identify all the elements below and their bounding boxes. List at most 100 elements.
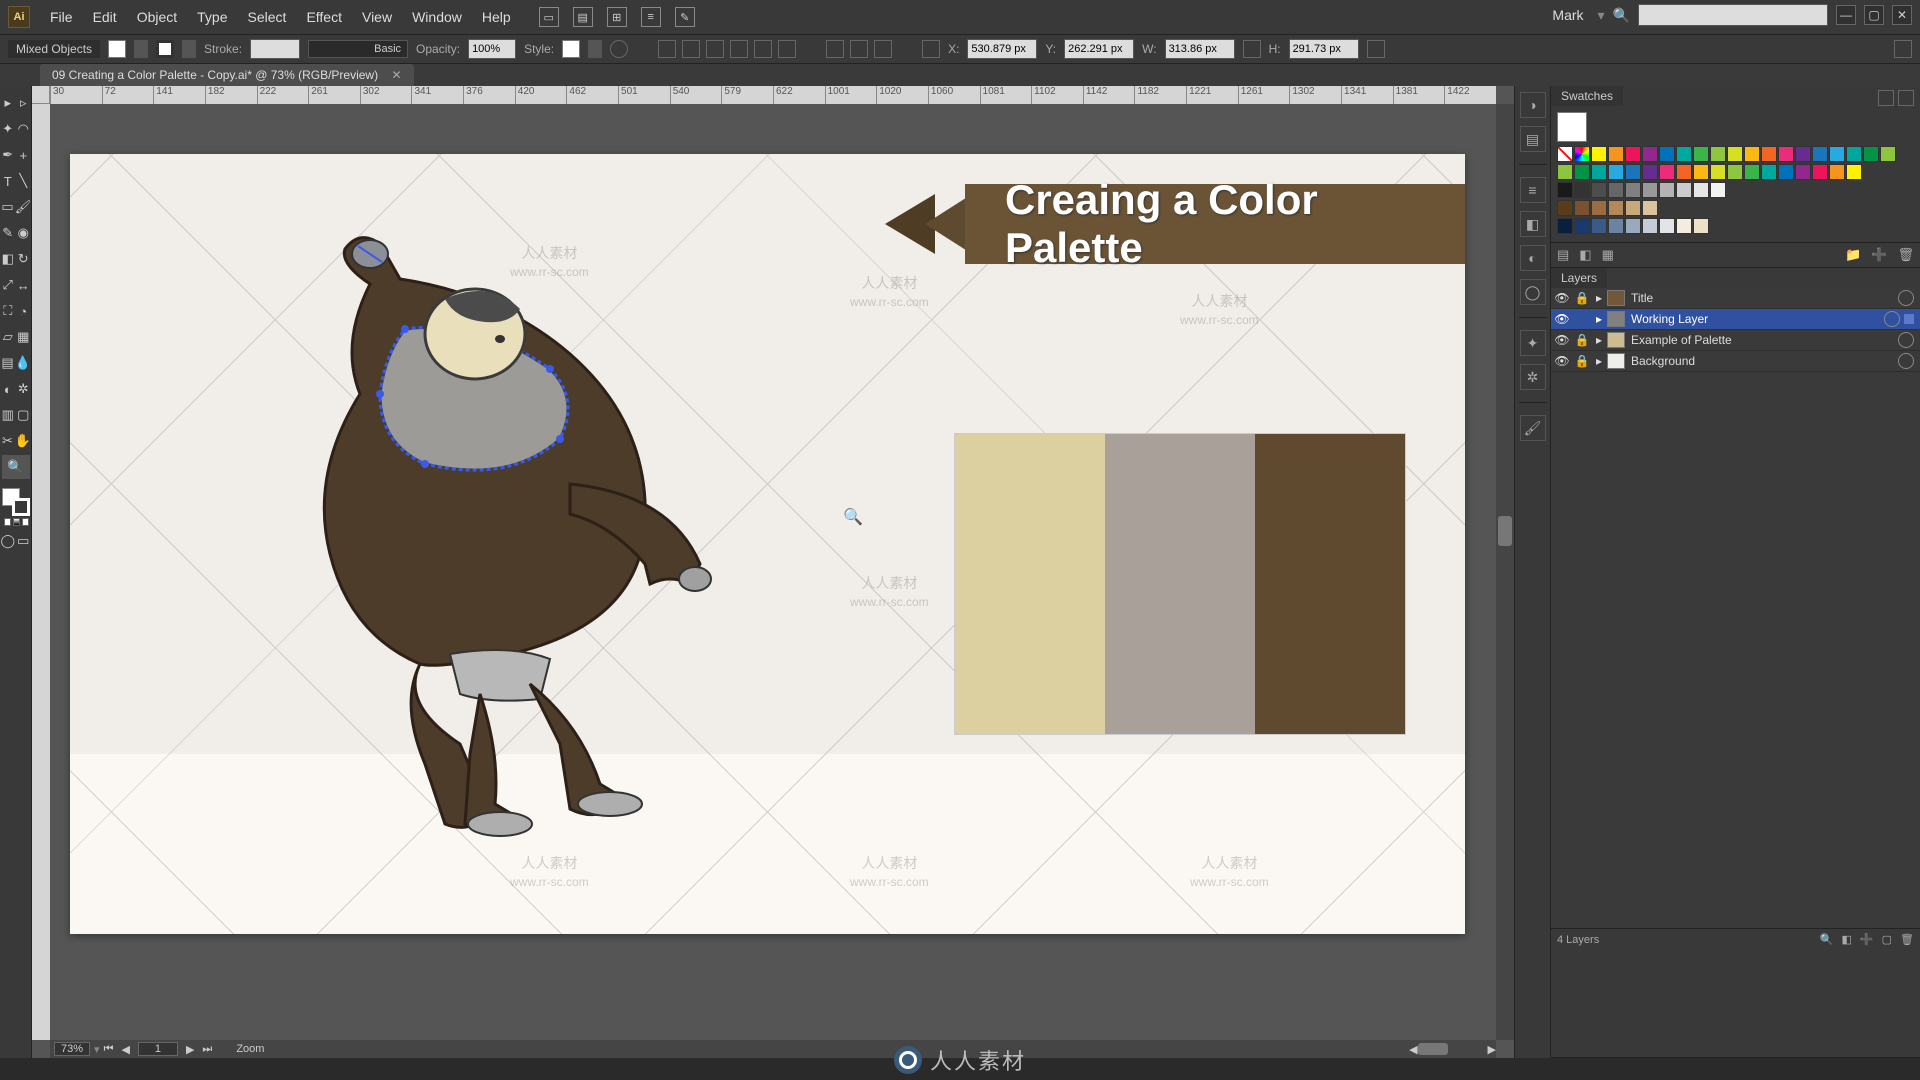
scrollbar-thumb[interactable] [1498,516,1512,546]
gradient-mode-icon[interactable] [13,518,20,526]
menu-file[interactable]: File [40,3,83,31]
swatch-item[interactable] [1625,146,1641,162]
artboard-next-icon[interactable]: ▶ [182,1043,198,1056]
swatch-item[interactable] [1863,146,1879,162]
swatch-item[interactable] [1608,218,1624,234]
menu-select[interactable]: Select [238,3,297,31]
stroke-weight-input[interactable] [250,39,300,59]
swatch-item[interactable] [1795,146,1811,162]
swatch-item[interactable] [1880,146,1896,162]
align-hcenter-icon[interactable] [682,40,700,58]
brush-selector[interactable]: Basic [308,40,408,58]
swatch-item[interactable] [1608,200,1624,216]
menu-help[interactable]: Help [472,3,521,31]
brush-icon[interactable]: ✎ [675,7,695,27]
link-wh-icon[interactable] [1243,40,1261,58]
locate-object-icon[interactable]: 🔍 [1820,933,1834,946]
constrain-icon[interactable] [1367,40,1385,58]
distribute-icon[interactable] [826,40,844,58]
swatch-item[interactable] [1761,146,1777,162]
swatch-none[interactable] [1557,146,1573,162]
swatch-libraries-icon[interactable]: ▤ [1557,247,1569,263]
layer-row[interactable]: 👁▸Working Layer [1551,309,1920,330]
opacity-input[interactable] [468,39,516,59]
scroll-right-icon[interactable]: ▶ [1488,1043,1496,1056]
palette-group[interactable] [955,434,1405,734]
menu-object[interactable]: Object [127,3,187,31]
width-tool[interactable]: ↔ [16,273,32,297]
artboard-first-icon[interactable]: ⏮ [100,1043,118,1056]
new-group-icon[interactable]: 📁 [1845,247,1861,263]
grid-view-icon[interactable] [1898,90,1914,106]
recolor-icon[interactable] [610,40,628,58]
menu-type[interactable]: Type [187,3,237,31]
swatch-item[interactable] [1608,146,1624,162]
swatch-item[interactable] [1557,218,1573,234]
gradient-tool[interactable]: ▤ [0,351,15,375]
artboard-last-icon[interactable]: ⏭ [198,1043,216,1056]
delete-layer-icon[interactable]: 🗑 [1900,933,1914,946]
direct-selection-tool[interactable]: ▹ [16,91,32,115]
swatch-item[interactable] [1659,164,1675,180]
blob-brush-tool[interactable]: ◉ [16,221,32,245]
scale-tool[interactable]: ⤢ [0,273,16,297]
swatch-item[interactable] [1829,146,1845,162]
pen-tool[interactable]: ✒ [0,143,16,167]
swatch-item[interactable] [1591,200,1607,216]
align-left-icon[interactable] [658,40,676,58]
menu-window[interactable]: Window [402,3,472,31]
delete-swatch-icon[interactable]: 🗑 [1897,247,1914,263]
swatch-item[interactable] [1642,146,1658,162]
swatch-item[interactable] [1642,200,1658,216]
disclosure-icon[interactable]: ▸ [1591,354,1607,368]
free-transform-tool[interactable]: ⛶ [0,299,16,323]
search-input[interactable] [1638,4,1828,26]
swatch-options-icon[interactable]: ▦ [1602,247,1614,263]
swatch-item[interactable] [1846,146,1862,162]
swatch-item[interactable] [1625,164,1641,180]
close-button[interactable]: ✕ [1892,5,1912,25]
visibility-toggle-icon[interactable]: 👁 [1551,354,1573,368]
fill-stroke-indicator[interactable] [2,488,30,516]
align-bottom-icon[interactable] [778,40,796,58]
swatch-kind-icon[interactable]: ◧ [1579,247,1591,263]
layer-row[interactable]: 👁🔒▸Background [1551,351,1920,372]
style-dropdown[interactable] [588,40,602,58]
magic-wand-tool[interactable]: ✦ [0,117,16,141]
swatch-item[interactable] [1591,146,1607,162]
ruler-origin[interactable] [32,86,50,104]
rotate-tool[interactable]: ↻ [16,247,32,271]
align-right-icon[interactable] [706,40,724,58]
swatch-item[interactable] [1727,164,1743,180]
viewport[interactable]: 人人素材www.rr-sc.com 人人素材www.rr-sc.com 人人素材… [50,104,1496,1040]
new-swatch-icon[interactable]: ➕ [1871,247,1887,263]
zoom-tool[interactable]: 🔍 [2,455,30,479]
gradient-panel-icon[interactable]: ◧ [1520,211,1546,237]
swatch-item[interactable] [1591,164,1607,180]
swatch-item[interactable] [1608,164,1624,180]
document-tab[interactable]: 09 Creating a Color Palette - Copy.ai* @… [40,64,414,86]
target-icon[interactable] [1898,290,1914,306]
swatch-item[interactable] [1625,218,1641,234]
swatch-item[interactable] [1693,164,1709,180]
swatch-item[interactable] [1557,200,1573,216]
lock-toggle-icon[interactable]: 🔒 [1573,291,1591,305]
character-figure[interactable] [250,224,770,844]
swatch-item[interactable] [1744,146,1760,162]
swatch-item[interactable] [1744,164,1760,180]
disclosure-icon[interactable]: ▸ [1591,291,1607,305]
appearance-icon[interactable]: ◯ [1520,279,1546,305]
graphic-styles-icon[interactable]: ✦ [1520,330,1546,356]
swatch-item[interactable] [1625,200,1641,216]
lasso-tool[interactable]: ◠ [16,117,32,141]
swatch-item[interactable] [1778,164,1794,180]
eraser-tool[interactable]: ◧ [0,247,16,271]
layers-tab[interactable]: Layers [1551,268,1607,288]
list-view-icon[interactable] [1878,90,1894,106]
scrollbar-thumb[interactable] [1418,1043,1448,1055]
menu-edit[interactable]: Edit [83,3,127,31]
artboard-prev-icon[interactable]: ◀ [117,1043,133,1056]
layer-row[interactable]: 👁🔒▸Example of Palette [1551,330,1920,351]
disclosure-icon[interactable]: ▸ [1591,312,1607,326]
arrange-icon[interactable]: ≡ [641,7,661,27]
